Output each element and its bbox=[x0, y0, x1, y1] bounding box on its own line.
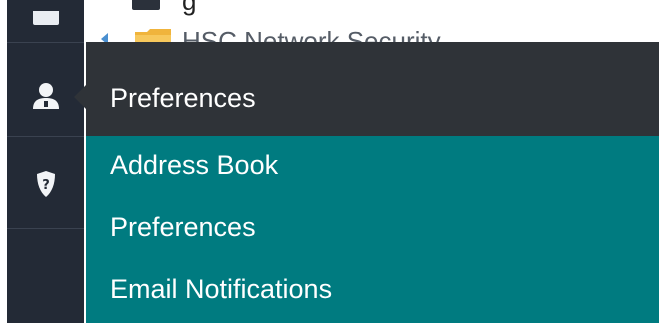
sidebar-item-help[interactable]: ? bbox=[7, 140, 84, 228]
menu-item-address-book[interactable]: Address Book bbox=[86, 136, 659, 198]
menu-item-preferences[interactable]: Preferences bbox=[86, 198, 659, 260]
tree-item-icon bbox=[132, 0, 160, 10]
sidebar-item-folder[interactable] bbox=[7, 0, 84, 42]
popup-pointer bbox=[74, 85, 86, 109]
folder-tree: g HSC Network Security bbox=[84, 0, 659, 44]
popup-menu-list: Address Book Preferences Email Notificat… bbox=[86, 136, 659, 323]
tree-item-label-partial: g bbox=[182, 0, 197, 16]
menu-item-label: Email Notifications bbox=[110, 274, 333, 304]
sidebar-divider bbox=[7, 136, 84, 137]
preferences-popup: Preferences Address Book Preferences Ema… bbox=[86, 42, 659, 323]
popup-title: Preferences bbox=[110, 83, 256, 113]
svg-text:?: ? bbox=[42, 178, 50, 193]
sidebar-rail: ? bbox=[7, 0, 84, 323]
folder-icon bbox=[32, 11, 59, 25]
popup-header: Preferences bbox=[86, 42, 659, 136]
app-root: ? g HSC Network Security Preferences Add… bbox=[0, 0, 659, 323]
sidebar-item-user[interactable] bbox=[7, 60, 84, 132]
user-icon bbox=[32, 83, 59, 109]
menu-item-email-notifications[interactable]: Email Notifications bbox=[86, 260, 659, 322]
sidebar-divider bbox=[7, 42, 84, 43]
menu-item-label: Address Book bbox=[110, 150, 279, 180]
menu-item-label: Preferences bbox=[110, 212, 256, 242]
help-shield-icon: ? bbox=[36, 171, 55, 197]
sidebar-divider bbox=[7, 228, 84, 229]
